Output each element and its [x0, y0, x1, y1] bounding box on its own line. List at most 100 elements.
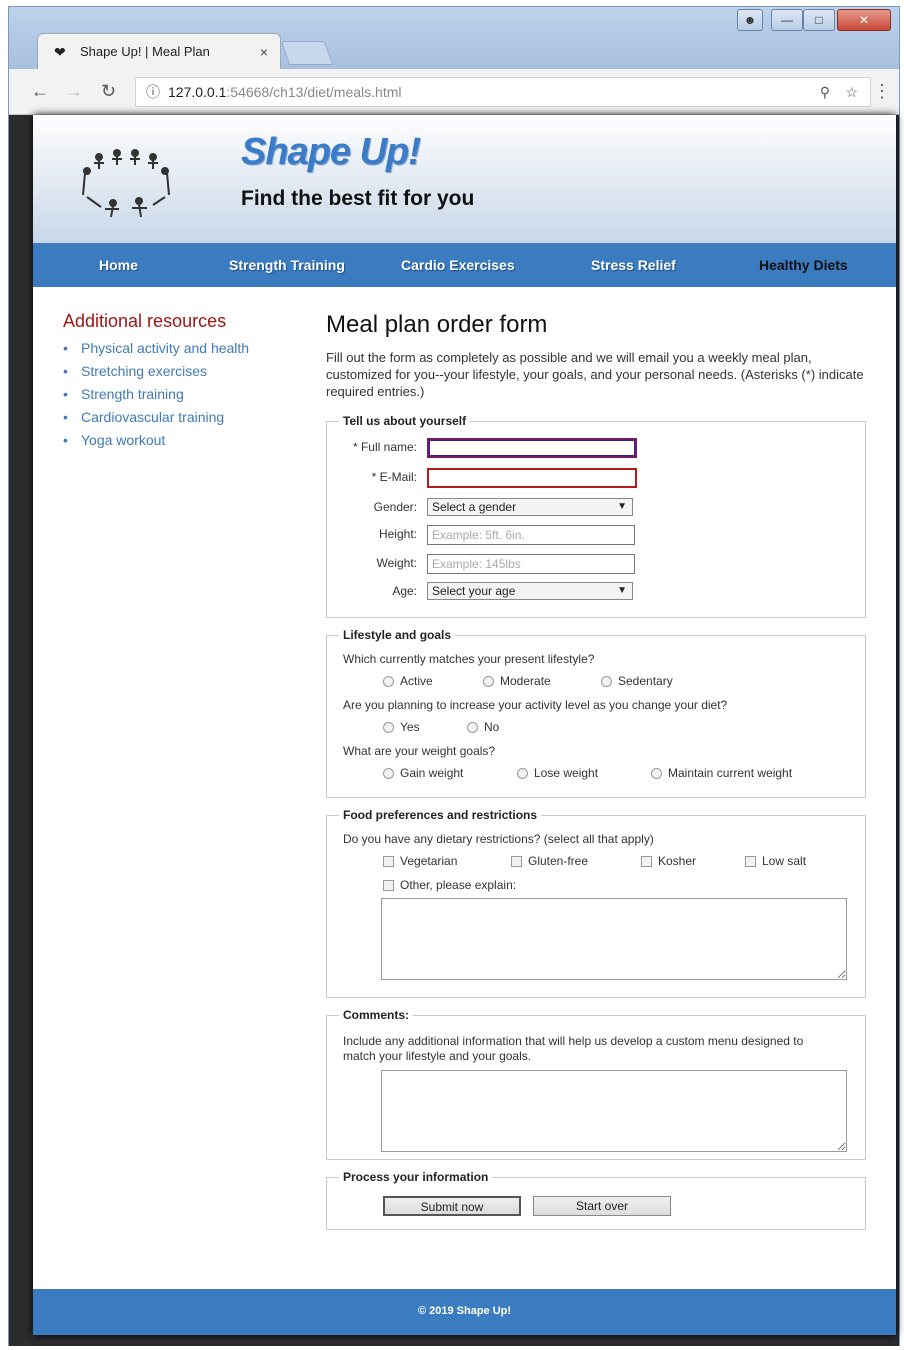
checkbox[interactable]: [383, 879, 394, 891]
new-tab-button[interactable]: [280, 41, 334, 65]
main-content: Meal plan order form Fill out the form a…: [326, 311, 866, 1230]
radio-active[interactable]: Active: [383, 674, 433, 688]
tagline: Find the best fit for you: [241, 187, 475, 210]
checkbox-label: Vegetarian: [400, 854, 458, 868]
gender-select[interactable]: Select a gender ▼: [427, 498, 633, 516]
forward-arrow-icon[interactable]: →: [65, 81, 83, 102]
close-window-button[interactable]: ✕: [837, 9, 891, 31]
dropdown-arrow-icon: ▼: [617, 585, 627, 596]
reload-icon[interactable]: ↻: [101, 81, 116, 102]
nav-healthy-diets[interactable]: Healthy Diets: [759, 257, 848, 273]
radio-button[interactable]: [383, 721, 394, 733]
gender-select-value: Select a gender: [432, 500, 517, 514]
weight-label: Weight:: [376, 556, 417, 570]
user-icon[interactable]: ☻: [737, 9, 763, 31]
weight-goals-question: What are your weight goals?: [343, 744, 496, 758]
checkbox[interactable]: [641, 855, 652, 867]
sidebar-link-cardio[interactable]: Cardiovascular training: [63, 409, 303, 432]
address-bar[interactable]: ⓘ 127.0.0.1:54668/ch13/diet/meals.html ⚲ …: [135, 77, 871, 107]
maximize-button[interactable]: □: [803, 9, 835, 31]
radio-button[interactable]: [483, 675, 494, 687]
radio-sedentary[interactable]: Sedentary: [601, 674, 673, 688]
email-label: * E-Mail:: [371, 470, 417, 484]
radio-label: Gain weight: [400, 766, 464, 780]
reset-button[interactable]: Start over: [533, 1196, 671, 1216]
close-tab-icon[interactable]: ×: [260, 44, 268, 60]
nav-home[interactable]: Home: [99, 257, 138, 273]
checkbox[interactable]: [511, 855, 522, 867]
radio-label: Active: [400, 674, 433, 688]
fullname-input[interactable]: [427, 438, 637, 458]
browser-toolbar: ← → ↻ ⓘ 127.0.0.1:54668/ch13/diet/meals.h…: [9, 69, 899, 115]
fullname-label: * Full name:: [352, 440, 417, 454]
radio-button[interactable]: [517, 767, 528, 779]
radio-label: No: [484, 720, 500, 734]
radio-lose-weight[interactable]: Lose weight: [517, 766, 598, 780]
nav-strength-training[interactable]: Strength Training: [229, 257, 345, 273]
check-other[interactable]: Other, please explain:: [383, 878, 516, 892]
check-vegetarian[interactable]: Vegetarian: [383, 854, 457, 868]
sidebar-link-yoga[interactable]: Yoga workout: [63, 432, 303, 455]
checkbox-label: Gluten-free: [528, 854, 589, 868]
sidebar-heading: Additional resources: [63, 311, 227, 331]
gender-label: Gender:: [373, 500, 417, 514]
url-path: :54668/ch13/diet/meals.html: [226, 84, 402, 100]
radio-button[interactable]: [601, 675, 612, 687]
radio-no[interactable]: No: [467, 720, 499, 734]
checkbox-label: Other, please explain:: [400, 878, 517, 892]
comments-instructions: Include any additional information that …: [343, 1034, 804, 1063]
heart-icon: ❤: [54, 43, 66, 60]
bookmark-star-icon[interactable]: ☆: [845, 78, 858, 106]
comments-textarea[interactable]: [381, 1070, 847, 1152]
height-input[interactable]: Example: 5ft. 6in.: [427, 525, 635, 545]
dropdown-arrow-icon: ▼: [617, 501, 627, 512]
check-low-salt[interactable]: Low salt: [745, 854, 806, 868]
radio-yes[interactable]: Yes: [383, 720, 420, 734]
intro-text: Fill out the form as completely as possi…: [326, 350, 864, 399]
menu-kebab-icon[interactable]: ⋮: [873, 81, 891, 102]
weight-input[interactable]: Example: 145lbs: [427, 554, 635, 574]
zoom-icon[interactable]: ⚲: [820, 78, 830, 106]
radio-label: Maintain current weight: [668, 766, 793, 780]
browser-tab[interactable]: ❤ Shape Up! | Meal Plan ×: [37, 33, 281, 69]
check-kosher[interactable]: Kosher: [641, 854, 696, 868]
process-fieldset: Process your information Submit now Star…: [326, 1170, 866, 1230]
page-title: Meal plan order form: [326, 311, 548, 338]
checkbox[interactable]: [745, 855, 756, 867]
nav-cardio-exercises[interactable]: Cardio Exercises: [401, 257, 515, 273]
radio-label: Lose weight: [534, 766, 599, 780]
checkbox[interactable]: [383, 855, 394, 867]
food-legend: Food preferences and restrictions: [343, 808, 538, 822]
page-viewport: Shape Up! Find the best fit for you Home…: [9, 115, 899, 1346]
info-icon[interactable]: ⓘ: [146, 78, 160, 106]
lifestyle-fieldset: Lifestyle and goals Which currently matc…: [326, 628, 866, 798]
check-gluten-free[interactable]: Gluten-free: [511, 854, 588, 868]
radio-gain-weight[interactable]: Gain weight: [383, 766, 463, 780]
age-select[interactable]: Select your age ▼: [427, 582, 633, 600]
food-fieldset: Food preferences and restrictions Do you…: [326, 808, 866, 998]
age-label: Age:: [392, 584, 417, 598]
other-explain-textarea[interactable]: [381, 898, 847, 980]
radio-button[interactable]: [467, 721, 478, 733]
sidebar-link-stretching[interactable]: Stretching exercises: [63, 363, 303, 386]
radio-button[interactable]: [651, 767, 662, 779]
fitness-circle-logo-icon: [82, 149, 170, 218]
radio-button[interactable]: [383, 675, 394, 687]
email-input[interactable]: [427, 468, 637, 488]
sidebar-link-physical-activity[interactable]: Physical activity and health: [63, 340, 303, 363]
radio-moderate[interactable]: Moderate: [483, 674, 551, 688]
radio-label: Sedentary: [618, 674, 673, 688]
minimize-button[interactable]: —: [771, 9, 803, 31]
checkbox-label: Kosher: [658, 854, 697, 868]
site-header: Shape Up! Find the best fit for you: [33, 115, 896, 243]
lifestyle-question: Which currently matches your present lif…: [343, 652, 595, 666]
main-nav: Home Strength Training Cardio Exercises …: [33, 243, 896, 287]
nav-stress-relief[interactable]: Stress Relief: [591, 257, 676, 273]
checkbox-label: Low salt: [762, 854, 807, 868]
sidebar-link-strength[interactable]: Strength training: [63, 386, 303, 409]
submit-button[interactable]: Submit now: [383, 1196, 521, 1216]
radio-maintain-weight[interactable]: Maintain current weight: [651, 766, 792, 780]
web-page: Shape Up! Find the best fit for you Home…: [33, 115, 896, 1335]
back-arrow-icon[interactable]: ←: [31, 81, 49, 102]
radio-button[interactable]: [383, 767, 394, 779]
